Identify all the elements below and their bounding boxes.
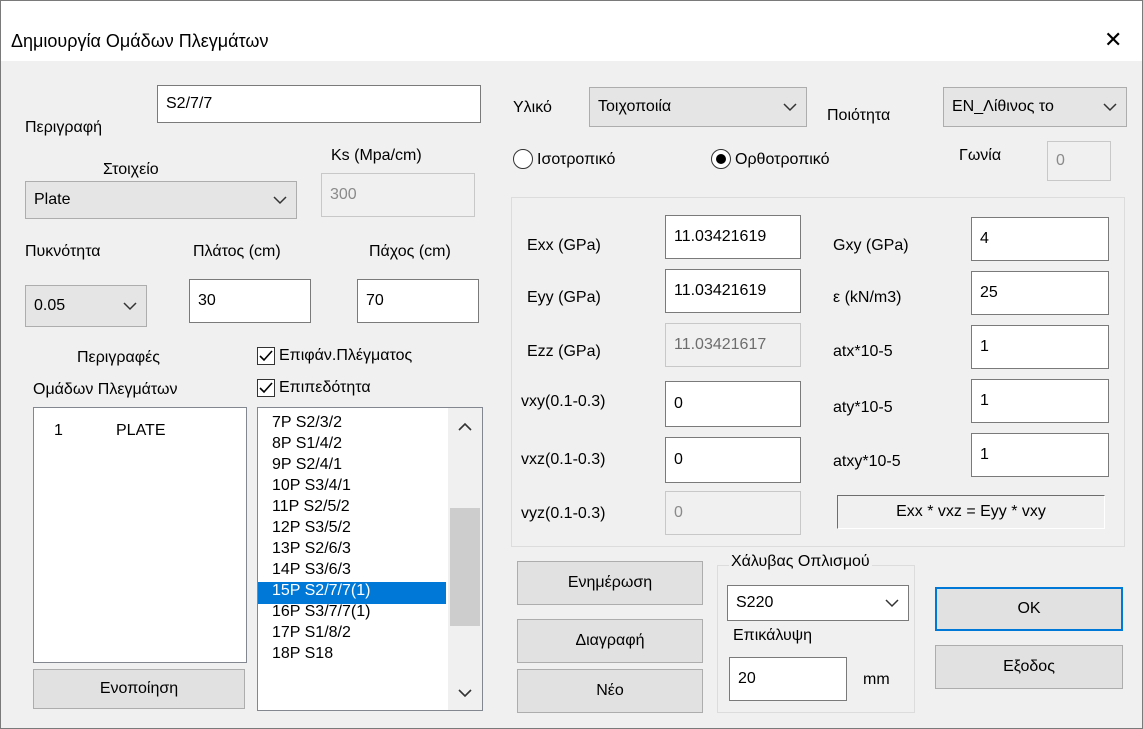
vxz-input[interactable]: 0	[665, 437, 801, 483]
mesh-list-item[interactable]: 18P S18	[258, 645, 446, 667]
vxy-label: vxy(0.1-0.3)	[521, 393, 606, 410]
material-label: Υλικό	[513, 99, 552, 116]
material-select-value: Τοιχοποιία	[598, 98, 672, 115]
vyz-label: vyz(0.1-0.3)	[521, 505, 606, 522]
width-label: Πλάτος (cm)	[193, 243, 281, 260]
angle-label: Γωνία	[959, 147, 1002, 164]
chevron-down-icon	[123, 302, 137, 311]
mesh-list[interactable]: 7P S2/3/2 8P S1/4/2 9P S2/4/1 10P S3/4/1 11P…	[257, 407, 483, 711]
cover-input[interactable]: 20	[729, 657, 847, 701]
exx-input[interactable]: 11.03421619	[665, 215, 801, 259]
element-select[interactable]: Plate	[25, 181, 297, 219]
chevron-up-icon[interactable]	[458, 422, 472, 432]
quality-select[interactable]: EN_Λίθινος το	[943, 87, 1127, 127]
ezz-label: Ezz (GPa)	[527, 343, 601, 360]
mesh-list-item[interactable]: 11P S2/5/2	[258, 498, 446, 520]
mesh-list-item[interactable]: 17P S1/8/2	[258, 624, 446, 646]
gxy-label: Gxy (GPa)	[833, 237, 909, 254]
groups-heading-line2: Ομάδων Πλεγμάτων	[33, 381, 178, 398]
quality-label: Ποιότητα	[827, 107, 891, 124]
mesh-list-item[interactable]: 12P S3/5/2	[258, 519, 446, 541]
atxy-label: atxy*10-5	[833, 453, 901, 470]
groups-heading-line1: Περιγραφές	[77, 349, 160, 366]
angle-input: 0	[1047, 141, 1111, 181]
close-icon[interactable]: ✕	[1104, 27, 1122, 53]
aty-input[interactable]: 1	[971, 379, 1109, 423]
density-select-value: 0.05	[34, 297, 66, 314]
ezz-input: 11.03421617	[665, 323, 801, 367]
new-button[interactable]: Νέο	[517, 669, 703, 713]
steel-select[interactable]: S220	[727, 585, 909, 621]
eps-input[interactable]: 25	[971, 271, 1109, 315]
eyy-input[interactable]: 11.03421619	[665, 269, 801, 313]
mesh-list-item[interactable]: 9P S2/4/1	[258, 456, 446, 478]
checkmark-icon	[259, 350, 273, 362]
element-label: Στοιχείο	[103, 161, 159, 178]
isotropic-radio[interactable]	[513, 149, 533, 169]
chevron-down-icon[interactable]	[458, 688, 472, 698]
unify-button[interactable]: Ενοποίηση	[33, 669, 245, 709]
description-input[interactable]: S2/7/7	[157, 85, 481, 123]
cover-unit: mm	[863, 671, 890, 688]
gxy-input[interactable]: 4	[971, 217, 1109, 261]
dialog-window: Δημιουργία Ομάδων Πλεγμάτων ✕ Περιγραφή …	[0, 0, 1143, 729]
mesh-list-scrollbar[interactable]	[448, 408, 482, 710]
plane-checkbox-label: Επιπεδότητα	[279, 379, 371, 396]
element-select-value: Plate	[34, 191, 71, 208]
exx-label: Exx (GPa)	[527, 237, 601, 254]
surface-checkbox[interactable]	[257, 347, 275, 365]
exit-button[interactable]: Εξοδος	[935, 645, 1123, 689]
vyz-input: 0	[665, 491, 801, 535]
chevron-down-icon	[273, 196, 287, 205]
plane-checkbox[interactable]	[257, 379, 275, 397]
mesh-list-item[interactable]: 13P S2/6/3	[258, 540, 446, 562]
surface-checkbox-label: Επιφάν.Πλέγματος	[279, 347, 413, 364]
aty-label: aty*10-5	[833, 399, 893, 416]
mesh-list-item[interactable]: 15P S2/7/7(1)	[258, 582, 446, 604]
description-label: Περιγραφή	[25, 119, 102, 136]
mesh-list-item[interactable]: 7P S2/3/2	[258, 414, 446, 436]
atx-label: atx*10-5	[833, 343, 893, 360]
formula-display: Exx * vxz = Eyy * vxy	[837, 495, 1105, 529]
scrollbar-thumb[interactable]	[450, 508, 480, 626]
quality-select-value: EN_Λίθινος το	[952, 98, 1054, 115]
chevron-down-icon	[783, 103, 797, 112]
steel-select-value: S220	[736, 594, 774, 611]
update-button[interactable]: Ενημέρωση	[517, 561, 703, 605]
mesh-list-item[interactable]: 10P S3/4/1	[258, 477, 446, 499]
thickness-input[interactable]: 70	[357, 279, 479, 323]
radio-selected-dot	[716, 154, 726, 164]
thickness-label: Πάχος (cm)	[369, 243, 451, 260]
chevron-down-icon	[885, 599, 899, 608]
list-item-name[interactable]: PLATE	[116, 422, 166, 440]
material-select[interactable]: Τοιχοποιία	[589, 87, 807, 127]
orthotropic-label: Ορθοτροπικό	[735, 151, 830, 168]
density-select[interactable]: 0.05	[25, 285, 147, 327]
atx-input[interactable]: 1	[971, 325, 1109, 369]
cover-label: Επικάλυψη	[733, 627, 812, 644]
orthotropic-radio[interactable]	[711, 149, 731, 169]
groups-list[interactable]: 1 PLATE	[33, 407, 247, 663]
mesh-list-item[interactable]: 16P S3/7/7(1)	[258, 603, 446, 625]
isotropic-label: Ισοτροπικό	[537, 151, 616, 168]
ks-input: 300	[321, 173, 475, 217]
delete-button[interactable]: Διαγραφή	[517, 619, 703, 663]
density-label: Πυκνότητα	[25, 243, 101, 260]
window-title: Δημιουργία Ομάδων Πλεγμάτων	[11, 31, 269, 51]
vxy-input[interactable]: 0	[665, 381, 801, 427]
ok-button[interactable]: OK	[935, 587, 1123, 631]
mesh-list-item[interactable]: 8P S1/4/2	[258, 435, 446, 457]
chevron-down-icon	[1103, 103, 1117, 112]
atxy-input[interactable]: 1	[971, 433, 1109, 477]
eps-label: ε (kN/m3)	[833, 289, 902, 306]
ks-label: Ks (Mpa/cm)	[331, 147, 422, 164]
steel-heading: Χάλυβας Οπλισμού	[729, 553, 872, 571]
mesh-list-item[interactable]: 14P S3/6/3	[258, 561, 446, 583]
eyy-label: Eyy (GPa)	[527, 289, 601, 306]
list-item-index[interactable]: 1	[54, 422, 63, 440]
title-bar: Δημιουργία Ομάδων Πλεγμάτων ✕	[1, 1, 1142, 61]
vxz-label: vxz(0.1-0.3)	[521, 451, 606, 468]
checkmark-icon	[259, 382, 273, 394]
width-input[interactable]: 30	[189, 279, 311, 323]
